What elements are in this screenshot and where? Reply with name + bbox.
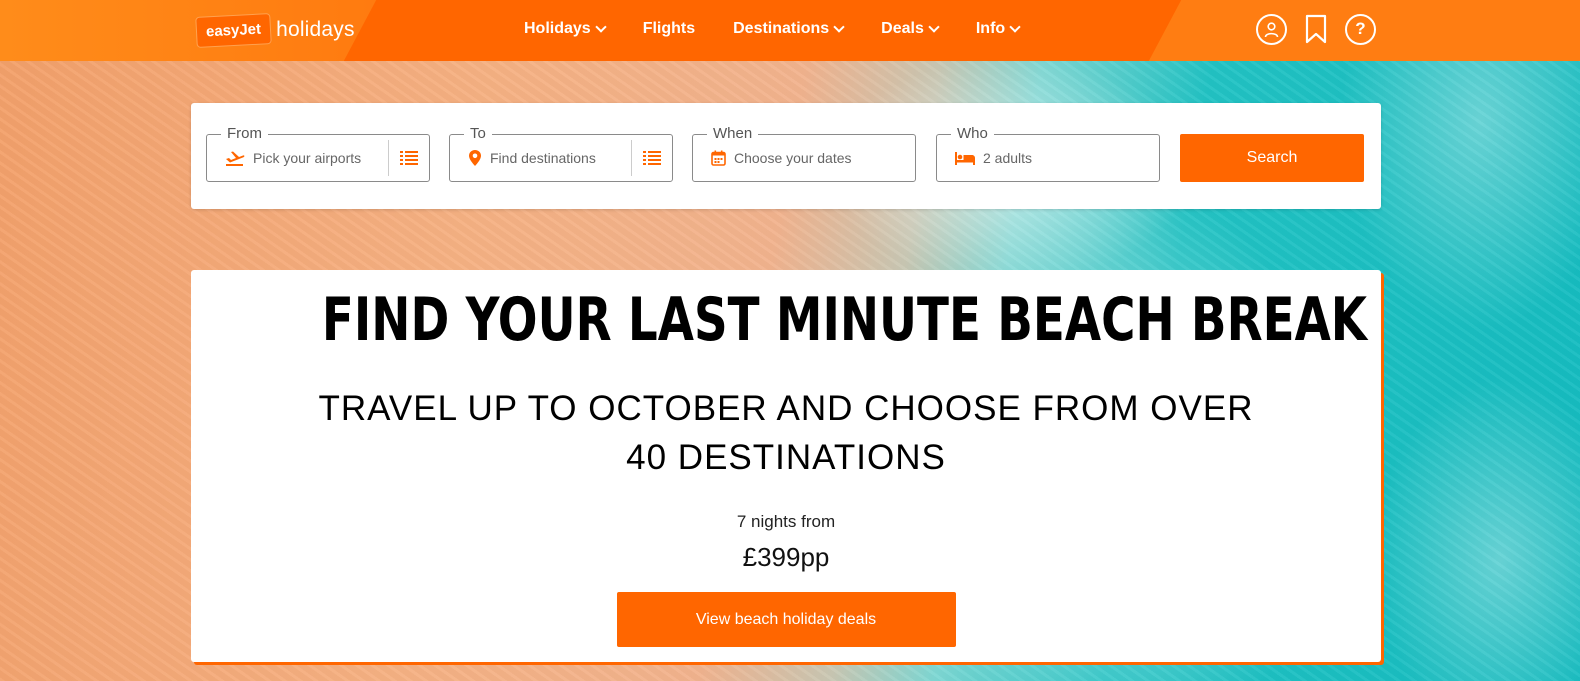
help-icon[interactable]: ? [1345,13,1376,45]
who-value: 2 adults [983,150,1033,166]
search-button[interactable]: Search [1180,134,1364,182]
to-label: To [464,124,492,144]
account-icon[interactable] [1256,13,1287,45]
nav-item-label: Destinations [733,20,830,37]
nav-item-flights[interactable]: Flights [643,20,695,38]
nav-item-destinations[interactable]: Destinations [733,20,845,38]
chevron-down-icon [1009,21,1021,33]
site-header: easyJet holidays Holidays Flights Destin… [0,0,1580,61]
map-pin-icon [468,149,482,167]
person-icon [1264,21,1279,37]
promo-subtitle: TRAVEL UP TO OCTOBER AND CHOOSE FROM OVE… [318,389,1254,477]
nav-item-label: Info [975,20,1006,37]
logo-mark: easyJet [196,13,271,47]
nav-item-label: Flights [642,20,696,37]
promo-title: FIND YOUR LAST MINUTE BEACH BREAK [321,285,1368,355]
logo-wordmark: holidays [276,18,355,41]
chevron-down-icon [833,21,845,33]
promo-card: FIND YOUR LAST MINUTE BEACH BREAK TRAVEL… [191,270,1381,662]
site-logo[interactable]: easyJet holidays [196,13,355,47]
view-deals-button[interactable]: View beach holiday deals [616,592,956,647]
nav-item-info[interactable]: Info [975,20,1021,38]
from-placeholder: Pick your airports [253,150,362,166]
help-glyph: ? [1355,19,1366,38]
main-nav: Holidays Flights Destinations Deals Info [524,0,1057,58]
from-label: From [221,124,268,144]
list-icon [643,151,661,165]
header-actions: ? [1256,12,1376,46]
bed-icon [955,151,975,165]
bookmark-icon[interactable] [1303,12,1329,46]
price-prefix: 7 nights from [736,512,836,531]
to-placeholder: Find destinations [490,150,596,166]
airport-list-button[interactable] [388,140,429,176]
nav-item-label: Deals [881,20,924,37]
nav-item-label: Holidays [524,20,591,37]
when-placeholder: Choose your dates [734,150,852,166]
destination-list-button[interactable] [631,140,672,176]
chevron-down-icon [595,21,607,33]
who-field[interactable]: Who 2 adults [936,124,1160,182]
list-icon [400,151,418,165]
when-label: When [707,124,759,144]
who-label: Who [951,124,994,144]
holiday-search-panel: From Pick your airports To Find destinat… [191,103,1381,209]
nav-item-deals[interactable]: Deals [881,20,940,38]
to-field[interactable]: To Find destinations [449,124,673,182]
when-field[interactable]: When Choose your dates [692,124,916,182]
nav-item-holidays[interactable]: Holidays [524,20,607,38]
chevron-down-icon [928,21,940,33]
plane-takeoff-icon [225,150,245,166]
calendar-icon [711,150,726,166]
bookmark-shape [1305,14,1327,44]
from-field[interactable]: From Pick your airports [206,124,430,182]
price-value: £399pp [742,542,830,572]
